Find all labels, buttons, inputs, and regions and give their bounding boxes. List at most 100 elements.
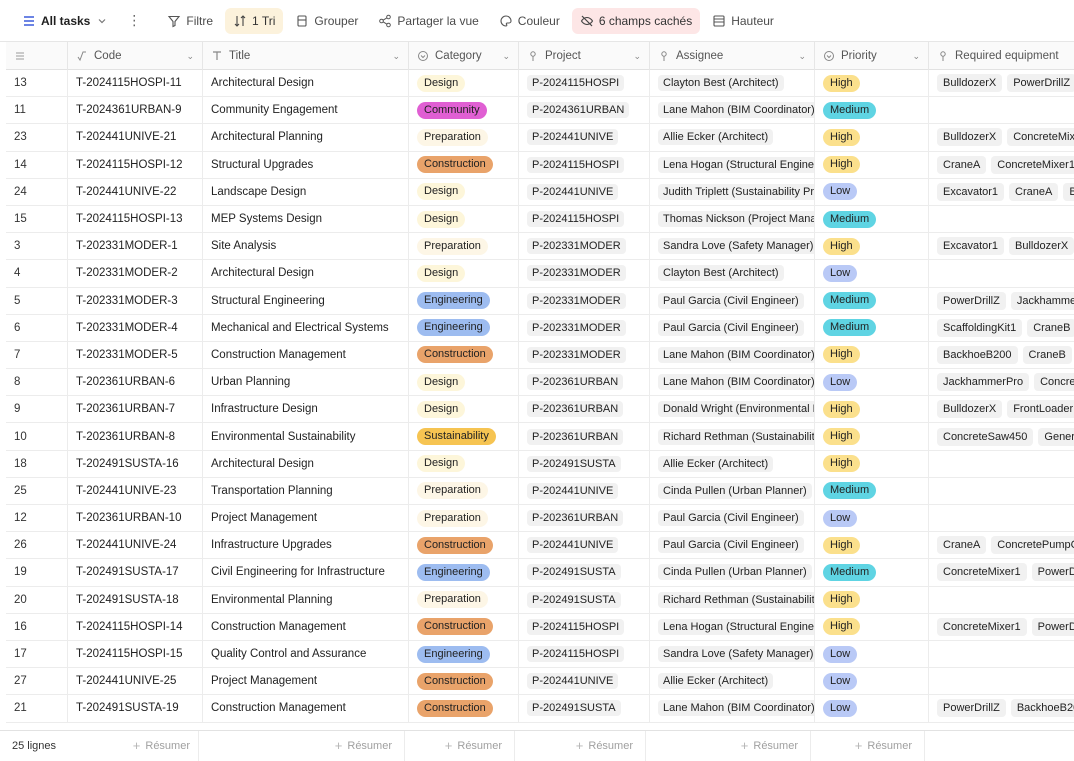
project-cell[interactable]: P-202361URBAN	[519, 423, 650, 450]
row-number-cell[interactable]: 12	[6, 505, 68, 532]
share-view-button[interactable]: Partager la vue	[370, 8, 486, 34]
priority-cell[interactable]: Medium	[815, 97, 929, 124]
assignee-cell[interactable]: Allie Ecker (Architect)	[650, 668, 815, 695]
category-cell[interactable]: Preparation	[409, 586, 519, 613]
project-cell[interactable]: P-202491SUSTA	[519, 559, 650, 586]
title-cell[interactable]: Construction Management	[203, 341, 409, 369]
assignee-cell[interactable]: Lane Mahon (BIM Coordinator)	[650, 341, 815, 369]
project-cell[interactable]: P-2024115HOSPI	[519, 70, 650, 97]
category-cell[interactable]: Engineering	[409, 287, 519, 314]
required-equipment-cell[interactable]: ConcreteMixer1PowerDril	[929, 614, 1074, 640]
table-row[interactable]: 17 T-2024115HOSPI-15 Quality Control and A…	[6, 640, 1074, 669]
required-equipment-cell[interactable]: BulldozerXPowerDrillZC	[929, 70, 1074, 96]
table-row[interactable]: 5 T-202331MODER-3 Structural Engineering En…	[6, 287, 1074, 315]
table-row[interactable]: 18 T-202491SUSTA-16 Architectural Design De…	[6, 450, 1074, 478]
filter-button[interactable]: Filtre	[159, 8, 221, 34]
category-cell[interactable]: Preparation	[409, 477, 519, 504]
priority-cell[interactable]: Low	[815, 668, 929, 695]
project-cell[interactable]: P-2024361URBAN	[519, 97, 650, 124]
row-number-cell[interactable]: 13	[6, 70, 68, 97]
required-equipment-cell[interactable]	[929, 260, 1074, 286]
row-number-cell[interactable]: 20	[6, 586, 68, 613]
project-cell[interactable]: P-202441UNIVE	[519, 124, 650, 151]
assignee-cell[interactable]: Allie Ecker (Architect)	[650, 124, 815, 151]
row-number-header[interactable]	[6, 42, 68, 70]
summarize-assignee-button[interactable]: + Résumer	[646, 730, 811, 761]
required-equipment-cell[interactable]	[929, 206, 1074, 232]
table-row[interactable]: 25 T-202441UNIVE-23 Transportation Plannin…	[6, 477, 1074, 505]
table-row[interactable]: 16 T-2024115HOSPI-14 Construction Manageme…	[6, 613, 1074, 641]
priority-cell[interactable]: High	[815, 151, 929, 178]
row-number-cell[interactable]: 17	[6, 640, 68, 668]
project-cell[interactable]: P-202361URBAN	[519, 396, 650, 423]
code-cell[interactable]: T-202331MODER-2	[68, 260, 203, 287]
code-cell[interactable]: T-2024115HOSPI-13	[68, 205, 203, 233]
table-row[interactable]: 9 T-202361URBAN-7 Infrastructure Design Des…	[6, 396, 1074, 424]
summarize-priority-button[interactable]: + Résumer	[811, 730, 925, 761]
priority-cell[interactable]: Low	[815, 260, 929, 287]
category-cell[interactable]: Design	[409, 178, 519, 205]
code-cell[interactable]: T-202441UNIVE-22	[68, 178, 203, 205]
required-equipment-cell[interactable]: ConcreteMixer1PowerDril	[929, 559, 1074, 585]
table-row[interactable]: 20 T-202491SUSTA-18 Environmental Planning…	[6, 586, 1074, 614]
required-equipment-cell[interactable]: CraneA ConcreteMixer1	[929, 152, 1074, 178]
title-cell[interactable]: Architectural Design	[203, 260, 409, 287]
category-cell[interactable]: Design	[409, 450, 519, 477]
code-cell[interactable]: T-202361URBAN-6	[68, 369, 203, 396]
required-equipment-cell[interactable]	[929, 478, 1074, 504]
table-row[interactable]: 10 T-202361URBAN-8 Environmental Sustainab…	[6, 423, 1074, 451]
assignee-cell[interactable]: Richard Rethman (Sustainability	[650, 586, 815, 613]
category-cell[interactable]: Design	[409, 205, 519, 233]
column-header-assignee[interactable]: Assignee ⌄	[650, 42, 815, 70]
category-cell[interactable]: Construction	[409, 532, 519, 559]
assignee-cell[interactable]: Allie Ecker (Architect)	[650, 450, 815, 477]
row-number-cell[interactable]: 18	[6, 450, 68, 477]
title-cell[interactable]: Project Management	[203, 668, 409, 695]
row-number-cell[interactable]: 21	[6, 695, 68, 722]
required-equipment-cell[interactable]	[929, 451, 1074, 477]
category-cell[interactable]: Engineering	[409, 640, 519, 668]
category-cell[interactable]: Design	[409, 396, 519, 423]
row-number-cell[interactable]: 23	[6, 124, 68, 151]
code-cell[interactable]: T-202491SUSTA-17	[68, 559, 203, 586]
table-row[interactable]: 6 T-202331MODER-4 Mechanical and Electrica…	[6, 314, 1074, 342]
project-cell[interactable]: P-202441UNIVE	[519, 668, 650, 695]
assignee-cell[interactable]: Clayton Best (Architect)	[650, 70, 815, 97]
project-cell[interactable]: P-202331MODER	[519, 314, 650, 341]
title-cell[interactable]: Landscape Design	[203, 178, 409, 205]
required-equipment-cell[interactable]: PowerDrillZBackhoeB200	[929, 695, 1074, 721]
title-cell[interactable]: Mechanical and Electrical Systems	[203, 314, 409, 341]
required-equipment-cell[interactable]: ConcreteSaw450Generat	[929, 423, 1074, 449]
priority-cell[interactable]: Low	[815, 695, 929, 722]
table-row[interactable]: 8 T-202361URBAN-6 Urban Planning Design P-20…	[6, 369, 1074, 397]
code-cell[interactable]: T-2024115HOSPI-11	[68, 70, 203, 97]
priority-cell[interactable]: High	[815, 423, 929, 450]
priority-cell[interactable]: Medium	[815, 559, 929, 586]
title-cell[interactable]: Environmental Planning	[203, 586, 409, 613]
category-cell[interactable]: Design	[409, 260, 519, 287]
assignee-cell[interactable]: Sandra Love (Safety Manager)	[650, 233, 815, 260]
title-cell[interactable]: Project Management	[203, 505, 409, 532]
required-equipment-cell[interactable]	[929, 641, 1074, 667]
assignee-cell[interactable]: Lena Hogan (Structural Engineer)	[650, 151, 815, 178]
title-cell[interactable]: Structural Upgrades	[203, 151, 409, 178]
assignee-cell[interactable]: Lane Mahon (BIM Coordinator)	[650, 369, 815, 396]
title-cell[interactable]: Construction Management	[203, 613, 409, 640]
summarize-project-button[interactable]: + Résumer	[515, 730, 646, 761]
category-cell[interactable]: Construction	[409, 151, 519, 178]
table-row[interactable]: 4 T-202331MODER-2 Architectural Design Desi…	[6, 260, 1074, 288]
required-equipment-cell[interactable]: CraneAConcretePumpCP	[929, 532, 1074, 558]
table-row[interactable]: 7 T-202331MODER-5 Construction Management C…	[6, 341, 1074, 370]
title-cell[interactable]: Architectural Planning	[203, 124, 409, 151]
title-cell[interactable]: Infrastructure Design	[203, 396, 409, 423]
code-cell[interactable]: T-202441UNIVE-25	[68, 668, 203, 695]
priority-cell[interactable]: High	[815, 532, 929, 559]
column-header-title[interactable]: Title ⌄	[203, 42, 409, 70]
color-button[interactable]: Couleur	[491, 8, 568, 34]
title-cell[interactable]: Site Analysis	[203, 233, 409, 260]
table-row[interactable]: 15 T-2024115HOSPI-13 MEP Systems Design Des…	[6, 205, 1074, 234]
required-equipment-cell[interactable]: BulldozerXConcreteMixer	[929, 124, 1074, 150]
priority-cell[interactable]: High	[815, 233, 929, 260]
code-cell[interactable]: T-202331MODER-3	[68, 287, 203, 314]
title-cell[interactable]: Civil Engineering for Infrastructure	[203, 559, 409, 586]
